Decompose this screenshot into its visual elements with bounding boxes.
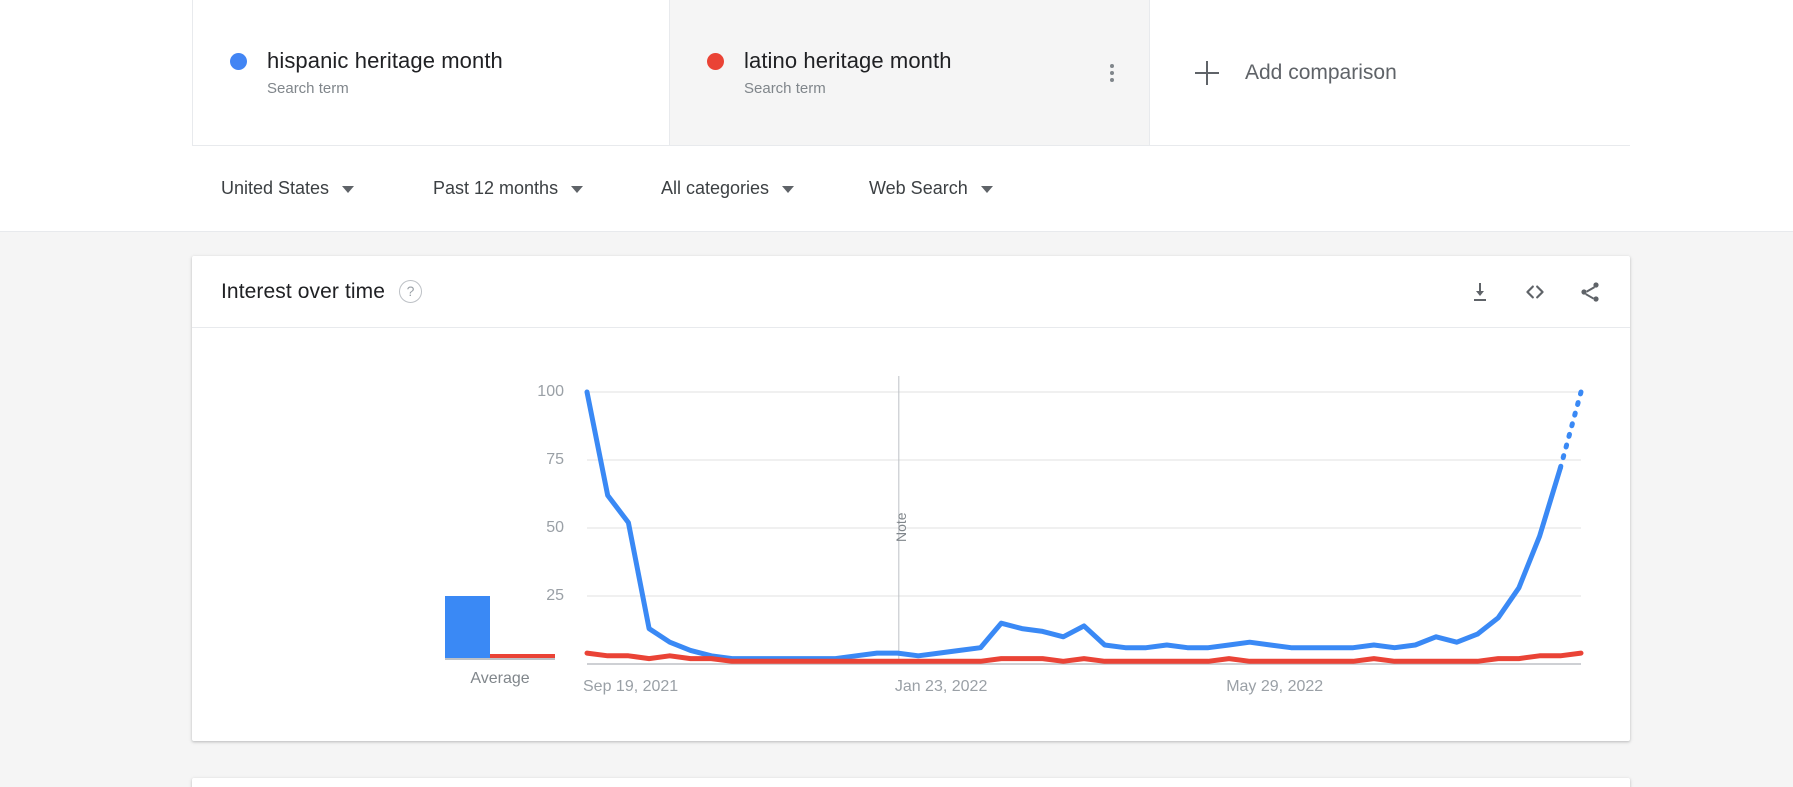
term-sublabel: Search term xyxy=(267,80,669,98)
next-card-peek xyxy=(192,778,1630,787)
filter-category-label: All categories xyxy=(661,178,769,199)
term-card-1[interactable]: latino heritage month Search term xyxy=(670,0,1150,145)
chart-note-annotation[interactable]: Note xyxy=(893,512,909,542)
help-icon[interactable]: ? xyxy=(399,280,422,303)
term-card-0[interactable]: hispanic heritage month Search term xyxy=(192,0,670,145)
embed-code-icon[interactable] xyxy=(1522,279,1548,305)
x-axis-tick-label: Sep 19, 2021 xyxy=(583,678,678,696)
page-title: Interest over time xyxy=(221,280,385,304)
add-comparison-button[interactable]: Add comparison xyxy=(1150,0,1630,145)
add-comparison-label: Add comparison xyxy=(1245,61,1397,85)
filter-search-type[interactable]: Web Search xyxy=(869,178,993,199)
chevron-down-icon xyxy=(342,186,354,193)
x-axis-tick-label: May 29, 2022 xyxy=(1226,678,1323,696)
y-axis-tick-label: 100 xyxy=(524,383,564,401)
term-row: latino heritage month xyxy=(707,47,1149,75)
interest-over-time-card: Interest over time ? xyxy=(192,256,1630,741)
y-axis-tick-label: 50 xyxy=(524,519,564,537)
interest-over-time-chart[interactable]: 100755025Sep 19, 2021Jan 23, 2022May 29,… xyxy=(572,328,1587,740)
chart-body: Average 100 75 50 25 Sep 19, 2021 Jan 23, 202… xyxy=(192,328,1630,740)
search-terms-bar: hispanic heritage month Search term lati… xyxy=(192,0,1630,146)
filter-geo-label: United States xyxy=(221,178,329,199)
chevron-down-icon xyxy=(571,186,583,193)
term-color-dot xyxy=(230,53,247,70)
average-label: Average xyxy=(431,670,569,688)
filter-time-range-label: Past 12 months xyxy=(433,178,558,199)
average-bar-series-0 xyxy=(445,596,490,658)
chevron-down-icon xyxy=(782,186,794,193)
filter-bar: United States Past 12 months All categor… xyxy=(0,146,1793,232)
card-header: Interest over time ? xyxy=(192,256,1630,328)
more-options-icon[interactable] xyxy=(1099,60,1125,86)
average-baseline xyxy=(445,658,555,660)
plus-icon xyxy=(1195,61,1219,85)
x-axis-tick-label: Jan 23, 2022 xyxy=(895,678,988,696)
download-icon[interactable] xyxy=(1467,279,1493,305)
page-body: Interest over time ? xyxy=(0,232,1793,787)
filter-category[interactable]: All categories xyxy=(661,178,794,199)
term-sublabel: Search term xyxy=(744,80,1149,98)
y-axis-tick-label: 75 xyxy=(524,451,564,469)
term-color-dot xyxy=(707,53,724,70)
y-axis-tick-label: 25 xyxy=(524,587,564,605)
google-trends-page: hispanic heritage month Search term lati… xyxy=(0,0,1793,787)
filter-geo[interactable]: United States xyxy=(221,178,354,199)
share-icon[interactable] xyxy=(1577,279,1603,305)
chevron-down-icon xyxy=(981,186,993,193)
term-row: hispanic heritage month xyxy=(230,47,669,75)
term-label: hispanic heritage month xyxy=(267,47,503,75)
term-label: latino heritage month xyxy=(744,47,952,75)
card-actions xyxy=(1467,279,1603,305)
filter-search-type-label: Web Search xyxy=(869,178,968,199)
filter-time-range[interactable]: Past 12 months xyxy=(433,178,583,199)
